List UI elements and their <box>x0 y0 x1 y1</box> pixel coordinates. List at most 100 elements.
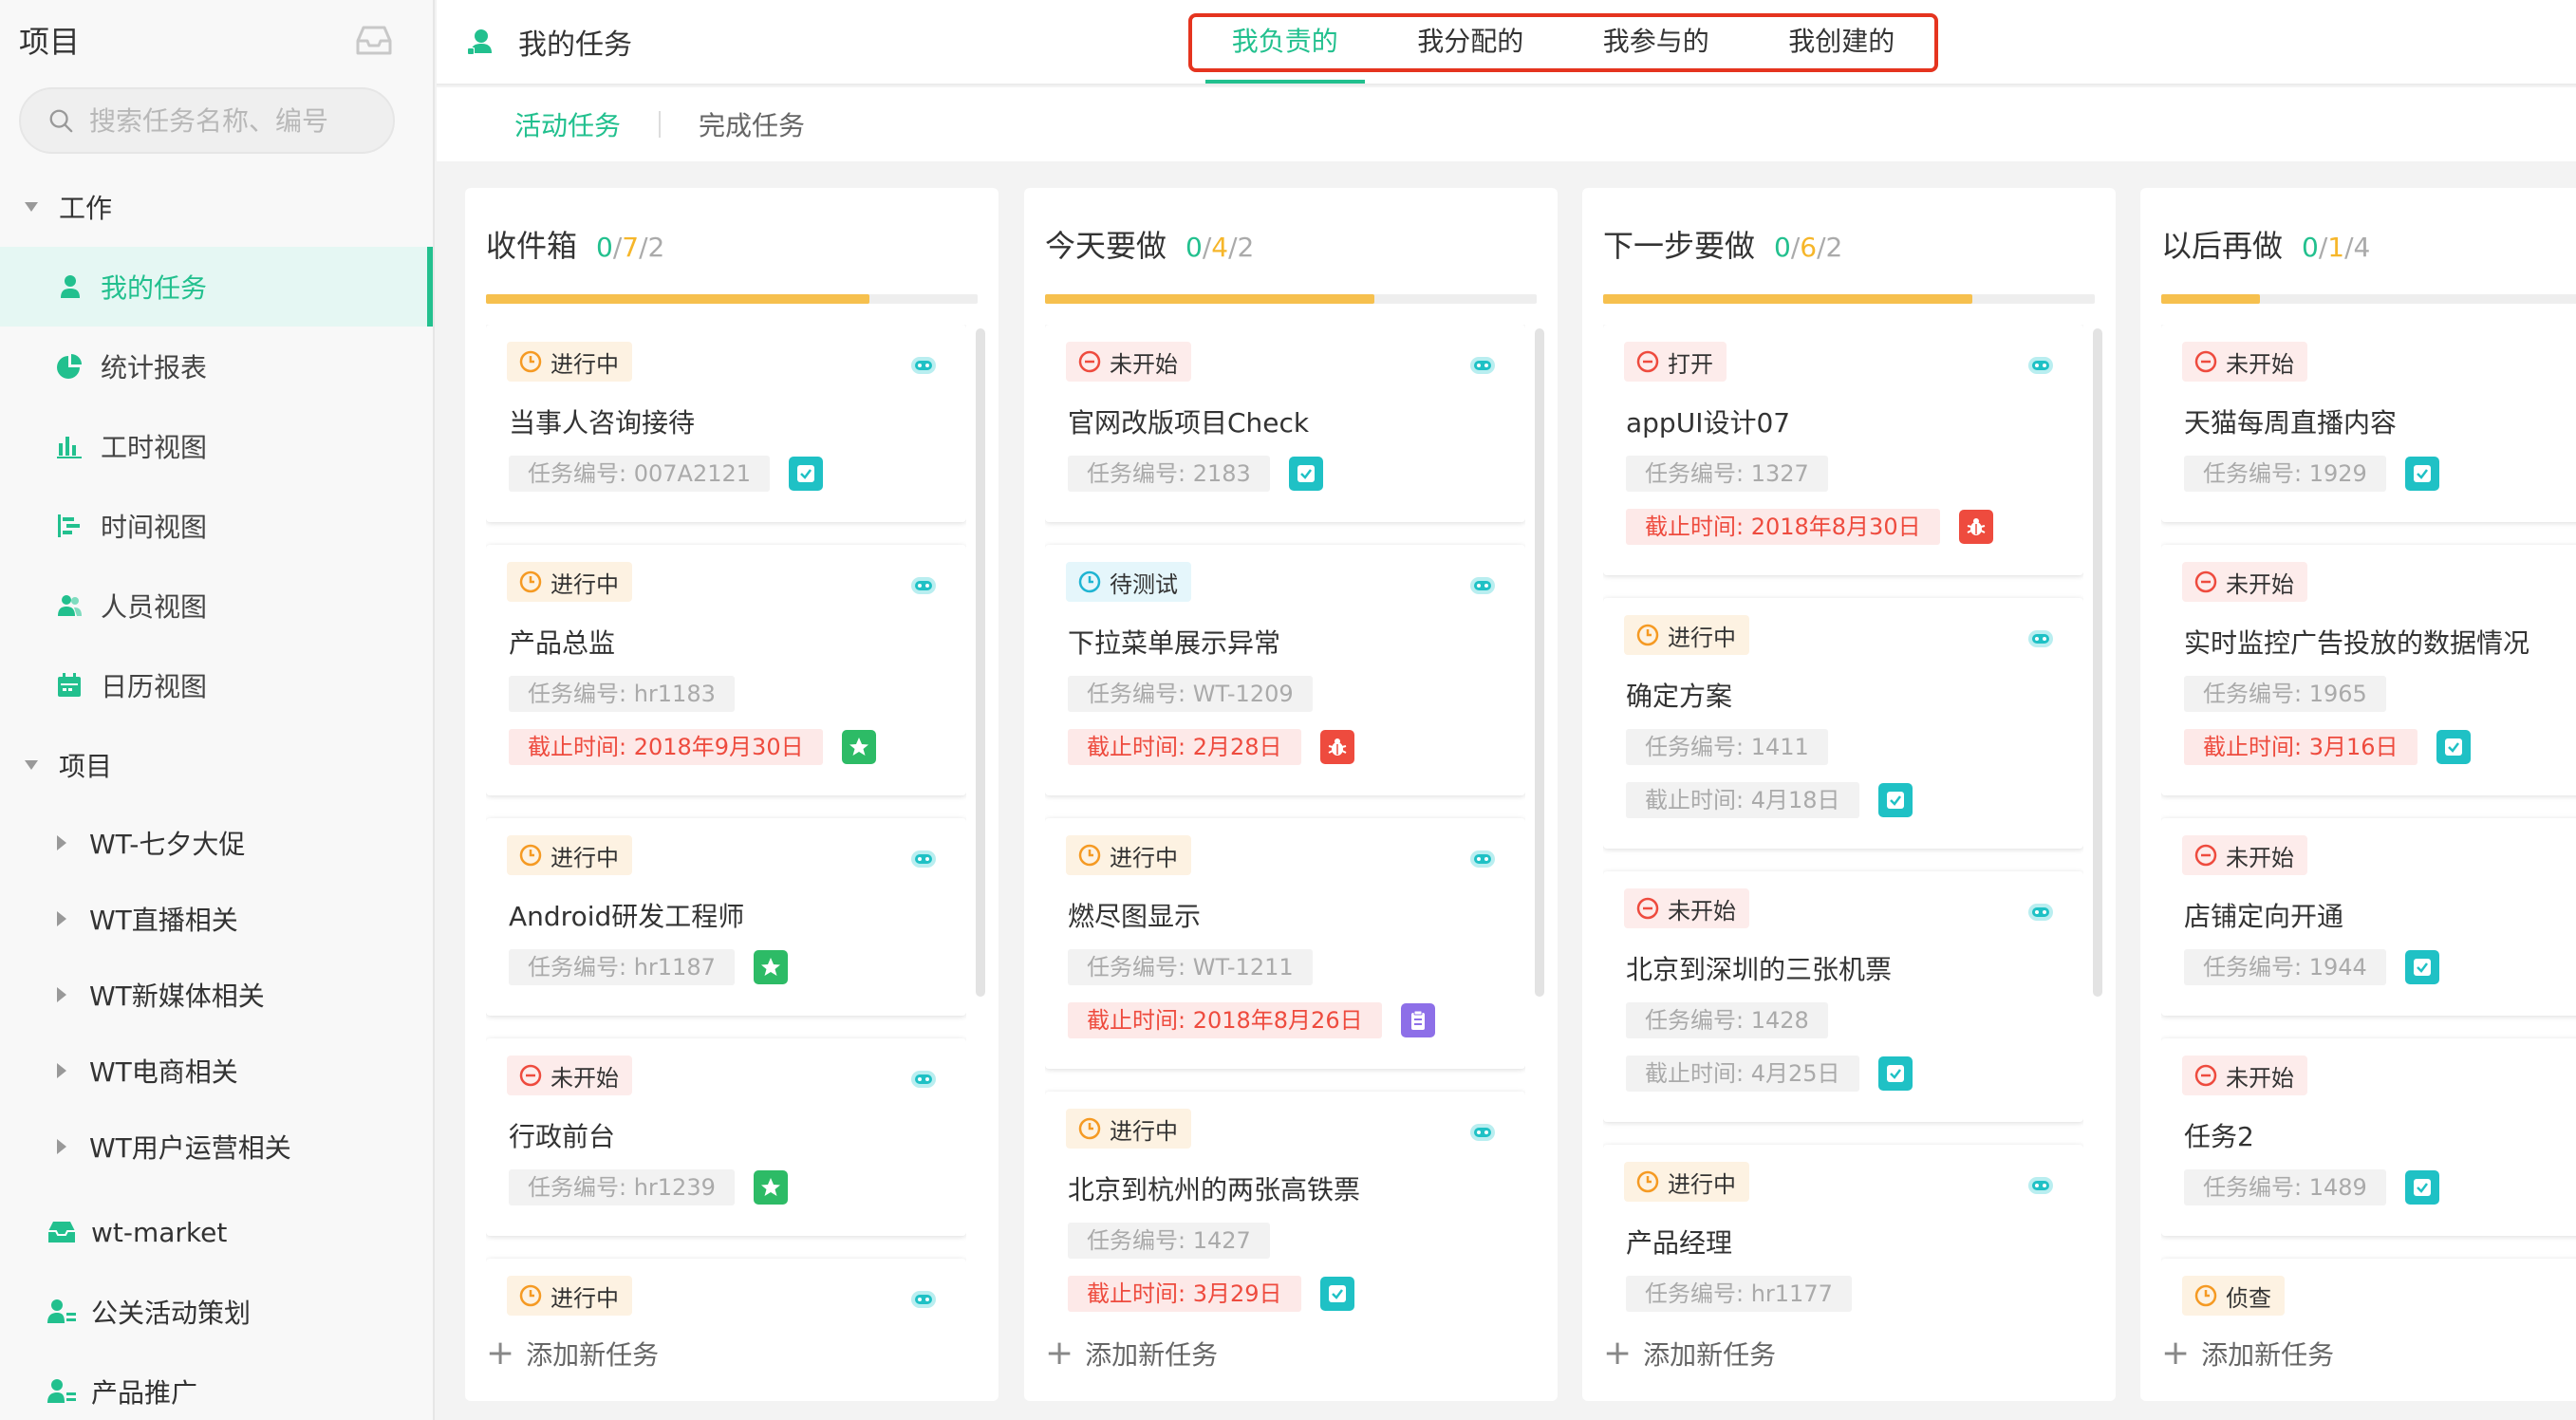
check-icon <box>789 457 823 491</box>
plus-icon: + <box>2161 1334 2191 1373</box>
task-title[interactable]: appUI设计07 <box>1626 402 1790 440</box>
project-item[interactable]: WT直播相关 <box>0 881 433 957</box>
tab-completed-tasks[interactable]: 完成任务 <box>699 105 805 143</box>
check-icon <box>1289 457 1323 491</box>
task-title[interactable]: 产品经理 <box>1626 1223 1732 1261</box>
sidebar-item-2[interactable]: 工时视图 <box>0 406 433 486</box>
task-title[interactable]: 天猫每周直播内容 <box>2184 402 2397 440</box>
sidebar-item-4[interactable]: 人员视图 <box>0 566 433 645</box>
scrollbar[interactable] <box>2093 328 2102 997</box>
tab-2[interactable]: 我参与的 <box>1563 17 1749 68</box>
task-title[interactable]: 燃尽图显示 <box>1068 896 1201 934</box>
inbox-icon[interactable] <box>355 24 393 56</box>
robot-icon[interactable] <box>1468 1120 1497 1143</box>
work-group-header[interactable]: 工作 <box>0 167 433 247</box>
status-badge: 进行中 <box>1066 835 1191 875</box>
status-badge: 未开始 <box>2182 835 2307 875</box>
project-item[interactable]: WT电商相关 <box>0 1033 433 1109</box>
project-item[interactable]: 产品推广 <box>0 1352 433 1420</box>
robot-icon[interactable] <box>2026 900 2055 923</box>
sidebar-item-1[interactable]: 统计报表 <box>0 327 433 406</box>
task-title[interactable]: 确定方案 <box>1626 676 1732 714</box>
task-title[interactable]: 官网改版项目Check <box>1068 402 1309 440</box>
task-card[interactable]: 未开始 任务2 任务编号: 1489 <box>2161 1038 2576 1236</box>
task-title[interactable]: 店铺定向开通 <box>2184 896 2343 934</box>
count-total: 6 <box>1800 232 1818 263</box>
project-group-header[interactable]: 项目 <box>0 725 433 805</box>
clipboard-icon <box>1401 1003 1435 1037</box>
add-task-button[interactable]: + 添加新任务 <box>1045 1335 1218 1373</box>
project-item[interactable]: 公关活动策划 <box>0 1272 433 1352</box>
task-card[interactable]: 进行中 产品经理 任务编号: hr1177 <box>1603 1145 2083 1316</box>
tab-1[interactable]: 我分配的 <box>1378 17 1564 68</box>
task-card[interactable]: 打开 appUI设计07 任务编号: 1327 截止时间: 2018年8月30日 <box>1603 325 2083 575</box>
task-card[interactable]: 未开始 行政前台 任务编号: hr1239 <box>486 1038 966 1236</box>
task-title[interactable]: Android研发工程师 <box>509 896 744 934</box>
project-item[interactable]: WT新媒体相关 <box>0 957 433 1033</box>
task-card[interactable]: 进行中 当事人咨询接待 任务编号: 007A2121 <box>486 325 966 522</box>
task-card[interactable]: 未开始 官网改版项目Check 任务编号: 2183 <box>1045 325 1525 522</box>
status-label: 进行中 <box>1668 1170 1736 1198</box>
task-title[interactable]: 北京到深圳的三张机票 <box>1626 949 1892 987</box>
task-title[interactable]: 北京到杭州的两张高铁票 <box>1068 1169 1360 1207</box>
task-card[interactable]: 待测试 下拉菜单展示异常 任务编号: WT-1209 截止时间: 2月28日 <box>1045 545 1525 795</box>
task-card[interactable]: 侦查 <box>2161 1259 2576 1316</box>
robot-icon[interactable] <box>1468 573 1497 596</box>
tab-3[interactable]: 我创建的 <box>1749 17 1935 68</box>
clock-icon <box>1077 843 1102 868</box>
task-title[interactable]: 下拉菜单展示异常 <box>1068 623 1280 661</box>
count-sep: / <box>1228 232 1238 263</box>
task-column: 下一步要做 0/6/2 打开 appUI设计07 任务编号: 1327 截止时间: 201… <box>1582 188 2116 1401</box>
robot-icon[interactable] <box>2026 353 2055 376</box>
robot-icon[interactable] <box>909 353 938 376</box>
robot-icon[interactable] <box>1468 353 1497 376</box>
robot-icon[interactable] <box>909 573 938 596</box>
task-card[interactable]: 进行中 <box>486 1259 966 1316</box>
robot-icon[interactable] <box>909 847 938 869</box>
task-title[interactable]: 实时监控广告投放的数据情况 <box>2184 623 2529 661</box>
sidebar-item-label: 人员视图 <box>101 591 208 623</box>
task-title[interactable]: 当事人咨询接待 <box>509 402 695 440</box>
project-item[interactable]: WT-七夕大促 <box>0 805 433 881</box>
scrollbar[interactable] <box>1535 328 1544 997</box>
status-badge: 未开始 <box>2182 562 2307 602</box>
column-header: 收件箱 0/7/2 <box>486 222 664 266</box>
status-badge: 进行中 <box>1624 1162 1749 1202</box>
scrollbar[interactable] <box>976 328 985 997</box>
add-task-button[interactable]: + 添加新任务 <box>2161 1335 2334 1373</box>
task-card[interactable]: 进行中 燃尽图显示 任务编号: WT-1211 截止时间: 2018年8月26日 <box>1045 818 1525 1069</box>
task-card[interactable]: 进行中 北京到杭州的两张高铁票 任务编号: 1427 截止时间: 3月29日 <box>1045 1092 1525 1316</box>
pie-chart-icon <box>55 352 84 381</box>
search-input[interactable] <box>89 104 393 137</box>
task-card[interactable]: 未开始 天猫每周直播内容 任务编号: 1929 <box>2161 325 2576 522</box>
sidebar-item-5[interactable]: 日历视图 <box>0 645 433 725</box>
project-group-label: 项目 <box>59 751 113 782</box>
task-title[interactable]: 产品总监 <box>509 623 615 661</box>
task-card[interactable]: 进行中 确定方案 任务编号: 1411 截止时间: 4月18日 <box>1603 598 2083 849</box>
tab-active-tasks[interactable]: 活动任务 <box>514 105 621 143</box>
page-title: 我的任务 <box>465 21 632 63</box>
task-number: 任务编号: 2183 <box>1068 456 1270 492</box>
task-card[interactable]: 未开始 实时监控广告投放的数据情况 任务编号: 1965 截止时间: 3月16日 <box>2161 545 2576 795</box>
users-icon <box>55 591 84 620</box>
project-item[interactable]: wt-market <box>0 1192 433 1272</box>
robot-icon[interactable] <box>1468 847 1497 869</box>
task-card[interactable]: 进行中 产品总监 任务编号: hr1183 截止时间: 2018年9月30日 <box>486 545 966 795</box>
add-task-button[interactable]: + 添加新任务 <box>486 1335 659 1373</box>
tab-0[interactable]: 我负责的 <box>1192 17 1378 84</box>
task-card[interactable]: 未开始 北京到深圳的三张机票 任务编号: 1428 截止时间: 4月25日 <box>1603 871 2083 1122</box>
task-card[interactable]: 未开始 店铺定向开通 任务编号: 1944 <box>2161 818 2576 1016</box>
robot-icon[interactable] <box>2026 626 2055 649</box>
sidebar-item-3[interactable]: 时间视图 <box>0 486 433 566</box>
project-item[interactable]: WT用户运营相关 <box>0 1109 433 1185</box>
status-label: 进行中 <box>551 844 619 871</box>
column-header: 下一步要做 0/6/2 <box>1603 222 1842 266</box>
sidebar-item-0[interactable]: 我的任务 <box>0 247 433 327</box>
task-title[interactable]: 任务2 <box>2184 1116 2254 1154</box>
robot-icon[interactable] <box>2026 1173 2055 1196</box>
add-task-button[interactable]: + 添加新任务 <box>1603 1335 1776 1373</box>
robot-icon[interactable] <box>909 1067 938 1090</box>
robot-icon[interactable] <box>909 1287 938 1310</box>
task-card[interactable]: 进行中 Android研发工程师 任务编号: hr1187 <box>486 818 966 1016</box>
task-title[interactable]: 行政前台 <box>509 1116 615 1154</box>
